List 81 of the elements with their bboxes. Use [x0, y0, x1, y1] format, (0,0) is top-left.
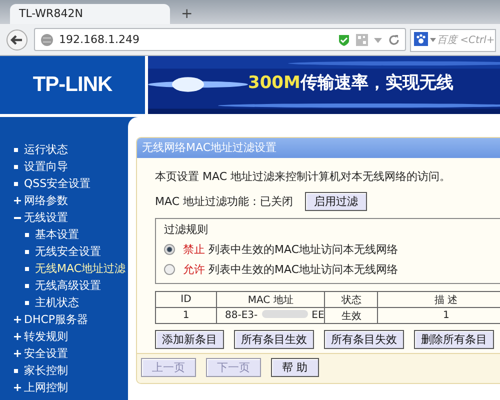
radio-button[interactable] — [164, 264, 175, 274]
globe-icon[interactable] — [40, 32, 54, 46]
brand-logo: TP-LINK — [32, 73, 112, 97]
browser-tab[interactable]: TL-WR842N — [10, 4, 170, 24]
action-button[interactable]: 所有条目生效 — [234, 330, 314, 349]
description-text: 本页设置 MAC 地址过滤来控制计算机对本无线网络的访问。 — [155, 169, 452, 185]
bullet-icon — [25, 284, 29, 288]
sidebar-label: 基本设置 — [35, 227, 79, 243]
url-text: 192.168.1.249 — [59, 33, 140, 46]
banner-slogan: 300M传输速率，实现无线 — [248, 72, 454, 94]
filter-status-text: MAC 地址过滤功能：已关闭 — [155, 194, 293, 208]
address-bar[interactable]: 192.168.1.249 — [34, 28, 406, 51]
bullet-icon — [14, 182, 18, 186]
shield-icon[interactable] — [337, 32, 351, 46]
bullet-icon — [14, 148, 18, 152]
sidebar-label: 运行状态 — [24, 142, 68, 158]
sidebar-label: 上网控制 — [24, 380, 68, 396]
column-header: MAC 地址 — [216, 292, 325, 308]
sidebar-label: 无线MAC地址过滤 — [35, 261, 126, 277]
table-cell: 生效 — [324, 308, 378, 324]
sidebar-item[interactable]: QSS安全设置 — [0, 175, 128, 192]
minus-icon — [14, 216, 21, 218]
new-tab-button[interactable]: + — [178, 4, 196, 24]
plus-icon — [14, 384, 21, 391]
reload-icon[interactable] — [388, 34, 400, 46]
table-cell: 1 — [156, 308, 216, 324]
back-button[interactable] — [4, 28, 30, 50]
bullet-icon — [25, 266, 29, 270]
action-button[interactable]: 添加新条目 — [155, 330, 224, 349]
sidebar-item[interactable]: 基本设置 — [0, 226, 128, 243]
sidebar-item[interactable]: 运行状态 — [0, 141, 128, 158]
sidebar-item[interactable]: 主机状态 — [0, 294, 128, 311]
sidebar-label: 设置向导 — [24, 159, 68, 175]
bullet-icon — [25, 300, 29, 304]
dropdown-icon[interactable] — [373, 36, 383, 44]
rules-title: 过滤规则 — [164, 222, 209, 238]
rule-label: 禁止 列表中生效的MAC地址访问本无线网络 — [183, 242, 398, 256]
sidebar-label: 主机状态 — [35, 295, 79, 311]
sidebar-label: 无线设置 — [24, 210, 68, 226]
sidebar-label: QSS安全设置 — [24, 176, 91, 192]
column-header: 状态 — [324, 292, 378, 308]
sidebar-label: 安全设置 — [24, 346, 68, 362]
sidebar-item[interactable]: 家长控制 — [0, 362, 128, 379]
bullet-icon — [25, 232, 29, 236]
action-button[interactable]: 删除所有条目 — [414, 330, 494, 349]
sidebar-label: 无线安全设置 — [35, 244, 101, 260]
sidebar-item[interactable]: DHCP服务器 — [0, 311, 128, 328]
column-header: 描 述 — [378, 292, 500, 308]
sidebar-item[interactable]: 网络参数 — [0, 192, 128, 209]
sidebar-item[interactable]: 设置向导 — [0, 158, 128, 175]
sidebar-item[interactable]: 无线设置 — [0, 209, 128, 226]
sidebar-label: 转发规则 — [24, 329, 68, 345]
sidebar-label: DHCP服务器 — [24, 312, 88, 328]
bullet-icon — [14, 164, 18, 168]
sidebar-item[interactable]: 无线安全设置 — [0, 243, 128, 260]
sidebar-item[interactable]: 无线MAC地址过滤 — [0, 260, 128, 277]
table-cell: 88-E3- EE — [216, 308, 325, 324]
table-cell: 1 — [378, 308, 500, 324]
rule-label: 允许 列表中生效的MAC地址访问本无线网络 — [183, 262, 398, 276]
column-header: ID — [156, 292, 216, 308]
panel-title: 无线网络MAC地址过滤设置 — [137, 138, 500, 158]
plus-icon — [14, 316, 21, 323]
plus-icon — [14, 350, 21, 357]
plus-icon — [14, 333, 21, 340]
sidebar-item[interactable]: 上网控制 — [0, 379, 128, 396]
radio-button[interactable] — [164, 244, 175, 254]
dropdown-icon[interactable] — [429, 36, 437, 44]
bullet-icon — [14, 368, 18, 372]
action-button[interactable]: 所有条目失效 — [324, 330, 404, 349]
sidebar-item[interactable]: 转发规则 — [0, 328, 128, 345]
bullet-icon — [25, 250, 29, 254]
plus-icon — [14, 197, 21, 204]
sidebar-label: 无线高级设置 — [35, 278, 101, 294]
qr-code-icon[interactable] — [356, 34, 368, 46]
sidebar-item[interactable]: 安全设置 — [0, 345, 128, 362]
sidebar-item[interactable]: 无线高级设置 — [0, 277, 128, 294]
page-button[interactable]: 帮 助 — [271, 358, 318, 377]
paw-icon[interactable] — [414, 32, 428, 46]
enable-filter-button[interactable]: 启用过滤 — [305, 192, 367, 210]
sidebar-label: 网络参数 — [24, 193, 68, 209]
sidebar-label: 家长控制 — [24, 363, 68, 379]
